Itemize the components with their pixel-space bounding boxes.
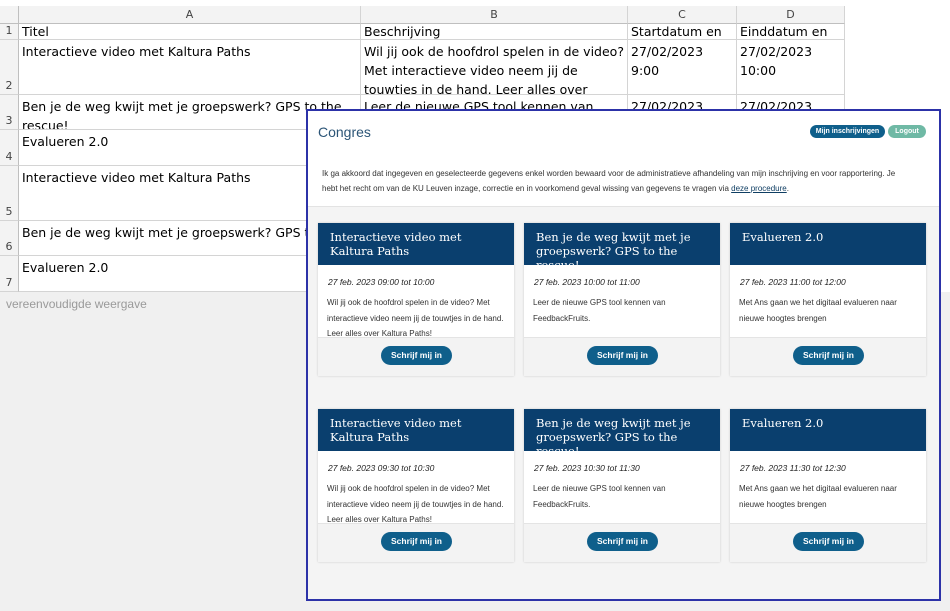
cell-c1[interactable]: Startdatum en uur <box>628 24 737 40</box>
register-button[interactable]: Schrijf mij in <box>381 532 452 551</box>
register-button[interactable]: Schrijf mij in <box>793 346 864 365</box>
register-button[interactable]: Schrijf mij in <box>381 346 452 365</box>
card-title: Ben je de weg kwijt met je groepswerk? G… <box>524 409 720 458</box>
card-description: Leer de nieuwe GPS tool kennen van Feedb… <box>533 484 666 509</box>
card-footer: Schrijf mij in <box>730 337 926 376</box>
card-date: 27 feb. 2023 10:30 tot 11:30 <box>534 463 640 473</box>
card-description: Leer de nieuwe GPS tool kennen van Feedb… <box>533 298 666 323</box>
procedure-link[interactable]: deze procedure <box>731 184 787 193</box>
card-title: Interactieve video met Kaltura Paths <box>318 409 514 451</box>
card-date: 27 feb. 2023 11:00 tot 12:00 <box>740 277 846 287</box>
cell-b2[interactable]: Wil jij ook de hoofdrol spelen in de vid… <box>361 40 628 95</box>
page-title: Congres <box>318 124 371 140</box>
row-header-4[interactable]: 4 <box>0 130 19 166</box>
register-button[interactable]: Schrijf mij in <box>587 346 658 365</box>
card-description: Wil jij ook de hoofdrol spelen in de vid… <box>327 484 504 524</box>
register-button[interactable]: Schrijf mij in <box>587 532 658 551</box>
column-header-a[interactable]: A <box>19 6 361 24</box>
column-header-c[interactable]: C <box>628 6 737 24</box>
session-card: Interactieve video met Kaltura Paths 27 … <box>318 223 514 376</box>
consent-end: . <box>786 184 789 193</box>
card-footer: Schrijf mij in <box>318 337 514 376</box>
row-header-3[interactable]: 3 <box>0 95 19 130</box>
cell-d1[interactable]: Einddatum en uur <box>737 24 845 40</box>
cell-d2[interactable]: 27/02/2023 10:00 <box>737 40 845 95</box>
consent-text: Ik ga akkoord dat ingegeven en geselecte… <box>322 166 912 196</box>
cell-c2[interactable]: 27/02/2023 9:00 <box>628 40 737 95</box>
congres-popup: Congres Mijn inschrijvingen Logout Ik ga… <box>306 109 941 601</box>
card-date: 27 feb. 2023 09:30 tot 10:30 <box>328 463 435 473</box>
row-header-6[interactable]: 6 <box>0 221 19 256</box>
session-card: Evalueren 2.0 27 feb. 2023 11:30 tot 12:… <box>730 409 926 562</box>
row-header-1[interactable]: 1 <box>0 24 19 40</box>
row-header-5[interactable]: 5 <box>0 166 19 221</box>
card-date: 27 feb. 2023 11:30 tot 12:30 <box>740 463 846 473</box>
card-title: Evalueren 2.0 <box>730 223 926 265</box>
column-header-b[interactable]: B <box>361 6 628 24</box>
register-button[interactable]: Schrijf mij in <box>793 532 864 551</box>
column-header-d[interactable]: D <box>737 6 845 24</box>
card-footer: Schrijf mij in <box>524 523 720 562</box>
session-card: Evalueren 2.0 27 feb. 2023 11:00 tot 12:… <box>730 223 926 376</box>
session-card: Ben je de weg kwijt met je groepswerk? G… <box>524 409 720 562</box>
logout-button[interactable]: Logout <box>888 125 926 138</box>
card-title: Ben je de weg kwijt met je groepswerk? G… <box>524 223 720 272</box>
card-description: Met Ans gaan we het digitaal evalueren n… <box>739 484 897 509</box>
cell-a2[interactable]: Interactieve video met Kaltura Paths <box>19 40 361 95</box>
session-card: Interactieve video met Kaltura Paths 27 … <box>318 409 514 562</box>
card-title: Evalueren 2.0 <box>730 409 926 451</box>
card-title: Interactieve video met Kaltura Paths <box>318 223 514 265</box>
card-footer: Schrijf mij in <box>730 523 926 562</box>
cell-b1[interactable]: Beschrijving <box>361 24 628 40</box>
card-footer: Schrijf mij in <box>318 523 514 562</box>
select-all-corner[interactable] <box>0 6 19 24</box>
cell-a1[interactable]: Titel <box>19 24 361 40</box>
card-description: Wil jij ook de hoofdrol spelen in de vid… <box>327 298 504 338</box>
row-header-7[interactable]: 7 <box>0 256 19 292</box>
my-registrations-button[interactable]: Mijn inschrijvingen <box>810 125 885 138</box>
session-card: Ben je de weg kwijt met je groepswerk? G… <box>524 223 720 376</box>
popup-header: Congres Mijn inschrijvingen Logout Ik ga… <box>308 111 939 207</box>
card-date: 27 feb. 2023 09:00 tot 10:00 <box>328 277 435 287</box>
card-footer: Schrijf mij in <box>524 337 720 376</box>
consent-body: Ik ga akkoord dat ingegeven en geselecte… <box>322 169 896 193</box>
row-header-2[interactable]: 2 <box>0 40 19 95</box>
card-date: 27 feb. 2023 10:00 tot 11:00 <box>534 277 640 287</box>
card-description: Met Ans gaan we het digitaal evalueren n… <box>739 298 897 323</box>
simplified-view-label: vereenvoudigde weergave <box>6 297 147 311</box>
